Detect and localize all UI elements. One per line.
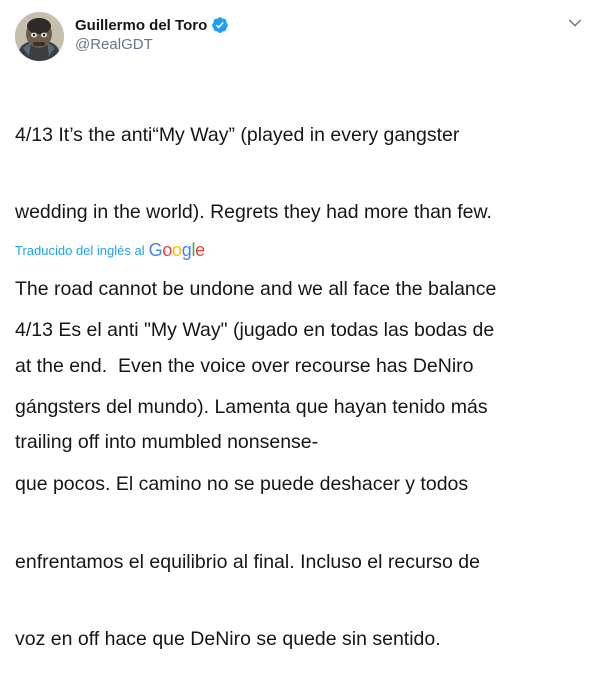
chevron-down-icon[interactable] — [566, 14, 584, 32]
avatar[interactable] — [15, 12, 64, 61]
author-handle[interactable]: @RealGDT — [75, 36, 153, 53]
author-display-name[interactable]: Guillermo del Toro — [75, 17, 207, 34]
translation-label[interactable]: Traducido del inglés al — [15, 243, 145, 258]
translation-text-line: enfrentamos el equilibrio al final. Incl… — [15, 550, 481, 573]
author-name-row[interactable]: Guillermo del Toro — [75, 14, 229, 36]
google-logo-letter: o — [162, 239, 173, 260]
tweet-text-line: 4/13 It’s the anti“My Way” (played in ev… — [15, 124, 460, 147]
google-logo-letter: o — [172, 239, 182, 260]
translation-text-line: voz en off hace que DeNiro se quede sin … — [15, 628, 441, 651]
translation-attribution[interactable]: Traducido del inglés al Google — [15, 238, 205, 262]
verified-badge-icon — [212, 17, 229, 33]
translation-text-line: que pocos. El camino no se puede deshace… — [15, 473, 469, 496]
tweet-text-line: wedding in the world). Regrets they had … — [15, 200, 492, 223]
google-logo-letter: G — [148, 239, 163, 260]
translation-text-line: gángsters del mundo). Lamenta que hayan … — [15, 395, 488, 418]
google-logo-letter: e — [195, 239, 205, 260]
translation-text-line: 4/13 Es el anti "My Way" (jugado en toda… — [15, 318, 495, 341]
avatar-image — [15, 12, 64, 61]
google-logo[interactable]: Google — [148, 239, 206, 261]
translation-text: 4/13 Es el anti "My Way" (jugado en toda… — [15, 266, 590, 679]
google-logo-letter: g — [181, 239, 192, 260]
